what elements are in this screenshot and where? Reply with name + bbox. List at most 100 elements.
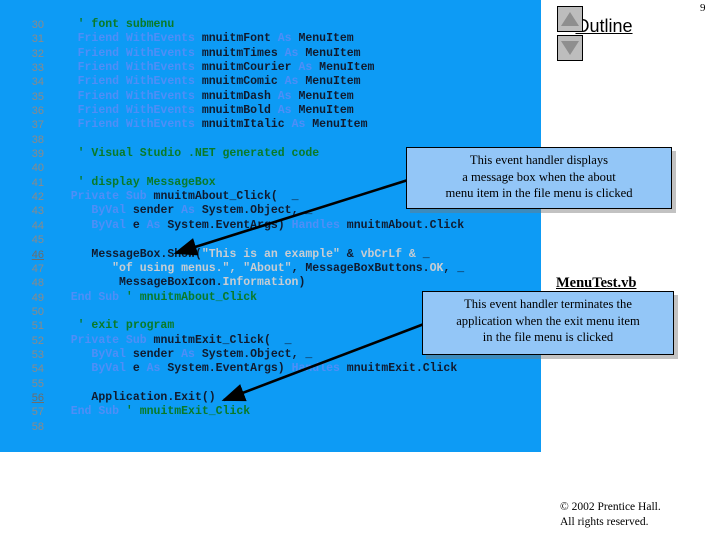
code-token: ByVal xyxy=(91,218,126,232)
line-number: 47 xyxy=(31,262,44,275)
code-token: Friend WithEvents xyxy=(77,118,195,132)
code-line-text: ' Visual Studio .NET generated code xyxy=(50,147,320,161)
code-token: sender xyxy=(125,204,182,218)
code-token: e xyxy=(125,218,147,232)
code-token: As xyxy=(277,32,292,46)
code-token: As xyxy=(181,204,195,218)
line-number: 41 xyxy=(31,176,44,189)
code-line: 36 Friend WithEvents mnuitmBold As MenuI… xyxy=(0,104,541,118)
callout-exit-line-1: This event handler terminates the xyxy=(464,297,632,311)
line-number: 43 xyxy=(31,205,44,218)
code-token: ' mnuitmExit_Click xyxy=(119,405,251,419)
code-token: Private Sub xyxy=(70,333,147,347)
line-number: 33 xyxy=(31,62,44,75)
line-number: 55 xyxy=(31,377,44,390)
code-token: mnuitmCourier xyxy=(194,61,299,75)
line-number: 48 xyxy=(31,277,44,290)
code-line-text: ByVal sender As System.Object, _ xyxy=(50,348,312,362)
code-token: End Sub xyxy=(70,290,120,304)
page-title: Outline xyxy=(575,16,633,36)
code-token: ByVal xyxy=(91,204,126,218)
code-token: , MessageBoxButtons. xyxy=(291,261,430,275)
line-number: 31 xyxy=(31,33,44,46)
line-number: 46 xyxy=(31,248,44,261)
line-number: 34 xyxy=(31,76,44,89)
code-token: ' exit program xyxy=(77,319,175,333)
line-number: 40 xyxy=(31,162,44,175)
code-token: Information xyxy=(222,276,299,290)
copyright-notice: © 2002 Prentice Hall. All rights reserve… xyxy=(560,500,661,529)
code-token: As xyxy=(284,75,299,89)
code-token: System.Object, _ xyxy=(194,347,313,361)
code-line-text: MessageBox.Show("This is an example" & v… xyxy=(50,248,429,262)
line-number: 42 xyxy=(31,191,44,204)
source-file-label: MenuTest.vb xyxy=(556,275,637,291)
code-line: 55 xyxy=(0,377,541,391)
code-token: Friend WithEvents xyxy=(77,75,195,89)
code-line-text: Application.Exit() xyxy=(50,390,216,405)
code-token: As xyxy=(277,89,292,103)
code-line-text: "of using menus.", "About", MessageBoxBu… xyxy=(50,262,464,276)
code-token: MenuItem xyxy=(305,118,368,132)
callout-about-line-3: menu item in the file menu is clicked xyxy=(445,186,633,201)
line-number: 38 xyxy=(31,133,44,146)
code-line: 58 xyxy=(0,420,541,434)
line-number: 49 xyxy=(31,291,44,304)
code-line: 54 ByVal e As System.EventArgs) Handles … xyxy=(0,362,541,376)
code-token: mnuitmItalic xyxy=(194,118,292,132)
code-line-text: End Sub ' mnuitmAbout_Click xyxy=(50,291,257,305)
scroll-down-button[interactable] xyxy=(557,35,583,61)
code-line-text: Friend WithEvents mnuitmTimes As MenuIte… xyxy=(50,47,361,61)
code-token: As xyxy=(277,104,292,118)
page-number: 9 xyxy=(700,2,706,14)
code-line-text: End Sub ' mnuitmExit_Click xyxy=(50,405,250,419)
code-token: ) xyxy=(298,276,306,290)
scroll-up-button[interactable] xyxy=(557,6,583,32)
code-line: 37 Friend WithEvents mnuitmItalic As Men… xyxy=(0,118,541,132)
code-token: MenuItem xyxy=(291,32,354,46)
code-line-text: Friend WithEvents mnuitmComic As MenuIte… xyxy=(50,75,361,89)
code-token: MenuItem xyxy=(298,75,361,89)
code-token: Application.Exit() xyxy=(91,390,216,404)
code-line-text: MessageBoxIcon.Information) xyxy=(50,276,305,290)
code-line: 44 ByVal e As System.EventArgs) Handles … xyxy=(0,219,541,233)
code-line: 38 xyxy=(0,133,541,147)
code-token: Handles xyxy=(291,362,340,376)
code-line: 57 End Sub ' mnuitmExit_Click xyxy=(0,405,541,419)
callout-about-handler: This event handler displays a message bo… xyxy=(406,147,672,209)
callout-about-line-2: a message box when the about xyxy=(462,169,616,184)
code-token: Friend WithEvents xyxy=(77,32,195,46)
code-token: ' font submenu xyxy=(77,18,175,31)
line-number: 52 xyxy=(31,334,44,347)
callout-exit-line-2: application when the exit menu item xyxy=(456,313,640,328)
code-token: Friend WithEvents xyxy=(77,61,195,75)
callout-exit-handler: This event handler terminates the applic… xyxy=(422,291,674,355)
code-token: OK xyxy=(429,261,444,275)
code-token: ' display MessageBox xyxy=(77,175,216,189)
code-token: mnuitmComic xyxy=(194,75,285,89)
code-token: System.EventArgs) xyxy=(160,218,292,232)
code-line-text: Private Sub mnuitmAbout_Click( _ xyxy=(50,190,299,204)
code-token: End Sub xyxy=(70,405,120,419)
code-line: 45 xyxy=(0,233,541,247)
code-line-text: ' exit program xyxy=(50,319,175,333)
code-line: 47 "of using menus.", "About", MessageBo… xyxy=(0,262,541,276)
code-token: mnuitmExit_Click( _ xyxy=(146,333,292,347)
line-number: 35 xyxy=(31,90,44,103)
code-token: Friend WithEvents xyxy=(77,104,195,118)
code-token: As xyxy=(181,347,195,361)
code-token: mnuitmBold xyxy=(194,104,278,118)
code-line-text: Friend WithEvents mnuitmBold As MenuItem xyxy=(50,104,354,118)
